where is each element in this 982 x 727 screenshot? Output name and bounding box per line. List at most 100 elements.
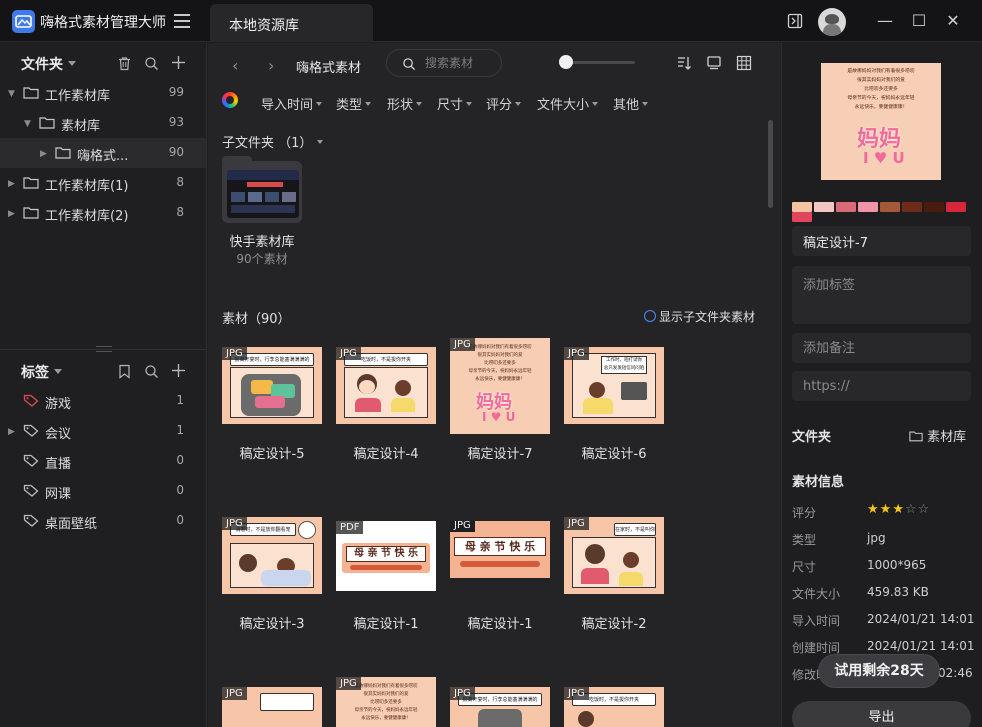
color-swatch[interactable] [924,202,944,212]
material-thumb[interactable]: 报离开宴时，行李总能塞满满满的 JPG [222,347,322,424]
material-thumb[interactable]: 工作时，咱打试你 总只发发短信问问咱 JPG [564,347,664,424]
search-box[interactable] [386,49,502,77]
preview-icon[interactable] [706,55,722,71]
tag-item-game[interactable]: 游戏 1 [0,386,206,416]
subfolder-card[interactable] [222,156,302,223]
folder-icon [23,177,39,189]
color-swatch[interactable] [792,202,812,212]
material-thumb[interactable]: 吃饭时，不是拔你开夹 JPG [336,347,436,424]
material-thumb[interactable]: 母 亲 节 快 乐 PDF [336,521,436,591]
color-filter-icon[interactable] [222,92,238,108]
poster-line: 永远快乐，要健健康康！ [361,716,411,721]
grid-icon[interactable] [736,55,752,71]
color-swatch[interactable] [880,202,900,212]
minimize-icon[interactable]: — [874,11,896,31]
material-thumb[interactable]: 吃饭时，不是拔你开夹 JPG [564,687,664,727]
filter-file-size[interactable]: 文件大小 [537,94,599,113]
plus-icon[interactable] [171,363,186,378]
material-name: 稿定设计-2 [581,617,647,632]
star-icon[interactable]: ★ [892,502,905,517]
note-input[interactable] [803,341,958,356]
color-swatch[interactable] [946,202,966,212]
name-input[interactable] [803,234,958,249]
material-thumb[interactable]: 在家时，不是叫你买手机 JPG [564,517,664,594]
filter-shape[interactable]: 形状 [387,94,423,113]
color-palette[interactable] [792,202,974,222]
url-input[interactable] [803,379,958,394]
search-icon[interactable] [144,56,159,71]
tag-field[interactable] [792,266,971,324]
color-swatch[interactable] [814,202,834,212]
back-icon[interactable]: ‹ [232,56,238,75]
plus-icon[interactable] [171,55,186,70]
chevron-right-icon[interactable]: ▶ [8,427,15,437]
menu-icon[interactable] [174,14,190,28]
bookmark-icon[interactable] [117,364,132,379]
filter-type[interactable]: 类型 [336,94,372,113]
rating-stars[interactable]: ★★★☆☆ [867,502,930,517]
tab-local-library[interactable]: 本地资源库 [210,4,373,42]
star-icon[interactable]: ★ [880,502,893,517]
note-field[interactable] [792,333,971,363]
tag-input[interactable] [803,274,958,304]
trash-icon[interactable] [117,56,132,71]
chevron-right-icon[interactable]: ▶ [8,209,15,219]
tag-item-wallpaper[interactable]: 桌面壁纸 0 [0,506,206,536]
search-input[interactable] [425,55,495,71]
url-field[interactable] [792,371,971,401]
tree-item-material-library[interactable]: ▼ 素材库 93 [0,108,206,138]
filter-import-time[interactable]: 导入时间 [261,94,323,113]
star-icon[interactable]: ★ [867,502,880,517]
chevron-down-icon[interactable]: ▼ [24,119,31,129]
chevron-down-icon[interactable]: ▼ [8,89,15,99]
close-icon[interactable]: ✕ [942,11,964,31]
avatar[interactable] [818,8,846,36]
tree-item-work-library[interactable]: ▼ 工作素材库 99 [0,78,206,108]
color-swatch[interactable] [902,202,922,212]
search-icon[interactable] [144,364,159,379]
tag-count: 1 [176,423,184,437]
material-thumb[interactable]: 是故哪妈妈对我们有着很多唠叨 很其实妈妈对我们的爱 比唠叨多还要多 母亲节的今天… [450,338,550,434]
folder-link[interactable]: 素材库 [909,426,966,445]
color-swatch[interactable] [836,202,856,212]
star-icon[interactable]: ☆ [905,502,918,517]
material-thumb[interactable]: 消着时，不是放你翻看宠 JPG [222,517,322,594]
tag-item-meeting[interactable]: ▶ 会议 1 [0,416,206,446]
folders-header[interactable]: 文件夹 [21,54,76,74]
color-swatch[interactable] [858,202,878,212]
forward-icon[interactable]: › [268,56,274,75]
zoom-slider-handle[interactable] [559,55,573,69]
tree-item-label: 工作素材库(1) [45,179,129,194]
check-circle-icon[interactable] [644,310,656,322]
show-subfolder-toggle[interactable]: 显示子文件夹素材 [644,308,755,325]
poster-line: 很其实妈妈对我们的爱 [363,692,409,697]
star-icon[interactable]: ☆ [918,502,931,517]
tag-item-online-class[interactable]: 网课 0 [0,476,206,506]
material-thumb[interactable]: 母 亲 节 快 乐 JPG [450,521,550,578]
chevron-right-icon[interactable]: ▶ [8,179,15,189]
filter-label: 其他 [613,98,640,113]
trial-badge[interactable]: 试用剩余28天 [819,655,939,687]
material-thumb[interactable]: 是故哪妈妈对我们有着很多唠叨 很其实妈妈对我们的爱 比唠叨多还要多 母亲节的今天… [336,677,436,727]
filter-other[interactable]: 其他 [613,94,649,113]
color-swatch[interactable] [792,212,812,222]
tree-item-work-library-2[interactable]: ▶ 工作素材库(2) 8 [0,198,206,228]
tags-header[interactable]: 标签 [21,362,62,382]
scrollbar[interactable] [768,120,773,208]
tree-item-work-library-1[interactable]: ▶ 工作素材库(1) 8 [0,168,206,198]
resize-handle[interactable] [96,346,112,352]
name-field[interactable] [792,226,971,256]
filter-size[interactable]: 尺寸 [437,94,473,113]
tag-count: 0 [176,513,184,527]
export-button[interactable]: 导出 [792,701,971,727]
sidebar-toggle-icon[interactable] [787,13,803,29]
sort-icon[interactable] [676,55,692,71]
material-thumb[interactable]: 报离开宴时，行李总能塞满满满的 JPG [450,687,550,727]
tag-item-live[interactable]: 直播 0 [0,446,206,476]
filter-rating[interactable]: 评分 [486,94,522,113]
tree-item-haigeshi[interactable]: ▶ 嗨格式... 90 [0,138,206,168]
maximize-icon[interactable]: ☐ [908,11,930,31]
material-thumb[interactable]: JPG [222,687,322,727]
chevron-right-icon[interactable]: ▶ [40,149,47,159]
subfolder-header[interactable]: 子文件夹 （1） [222,132,324,151]
